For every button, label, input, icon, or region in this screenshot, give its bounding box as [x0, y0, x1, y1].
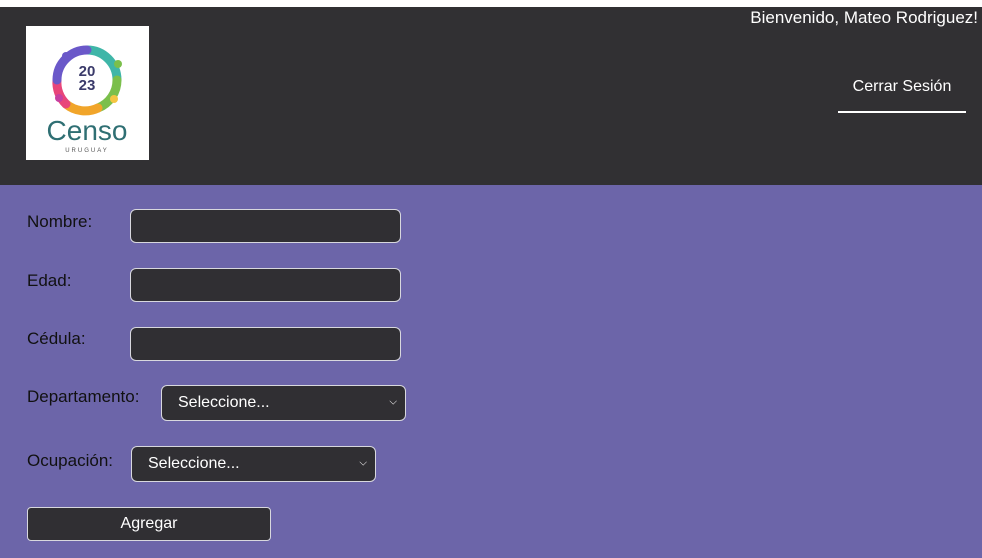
chevron-down-icon: ⌵: [359, 457, 367, 469]
nombre-input[interactable]: [130, 209, 401, 243]
logout-button[interactable]: Cerrar Sesión: [838, 78, 966, 96]
logo-year-bottom: 23: [79, 77, 96, 94]
departamento-select[interactable]: Seleccione... ⌵: [161, 385, 406, 421]
ocupacion-label: Ocupación:: [27, 451, 113, 470]
census-form: Nombre: Edad: Cédula: Departamento: Sele…: [0, 185, 982, 558]
departamento-selected: Seleccione...: [178, 394, 270, 411]
cedula-input[interactable]: [130, 327, 401, 361]
ocupacion-selected: Seleccione...: [148, 455, 240, 472]
censo-logo: 20 23 Censo URUGUAY: [26, 26, 149, 160]
departamento-label: Departamento:: [27, 387, 140, 406]
nombre-label: Nombre:: [27, 212, 93, 231]
edad-input[interactable]: [130, 268, 401, 302]
chevron-down-icon: ⌵: [389, 396, 397, 408]
agregar-button[interactable]: Agregar: [27, 507, 271, 541]
top-header: 20 23 Censo URUGUAY Bienvenido, Mateo Ro…: [0, 7, 982, 185]
cedula-label: Cédula:: [27, 329, 86, 348]
logo-country: URUGUAY: [65, 148, 109, 154]
logo-brand: Censo: [47, 115, 128, 146]
edad-label: Edad:: [27, 271, 72, 290]
ocupacion-select[interactable]: Seleccione... ⌵: [131, 446, 376, 482]
welcome-message: Bienvenido, Mateo Rodriguez!: [750, 8, 978, 27]
logout-underline: [838, 111, 966, 113]
